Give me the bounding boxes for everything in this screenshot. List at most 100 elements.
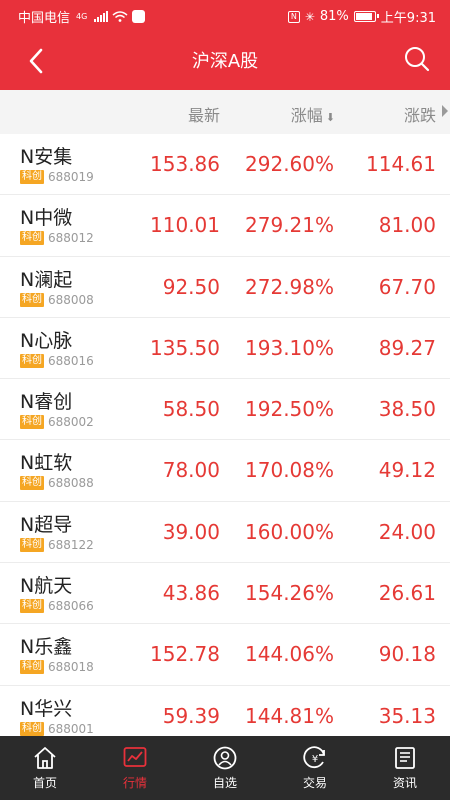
stock-name: N澜起: [20, 268, 73, 291]
column-latest[interactable]: 最新: [188, 102, 220, 126]
stock-list: N安集 科创 688019 153.86 292.60% 114.61 N中微 科…: [0, 134, 450, 736]
price-change: 114.61: [366, 152, 436, 176]
nav-watchlist[interactable]: 自选: [180, 736, 270, 800]
latest-price: 43.86: [162, 581, 220, 606]
clock: 上午9:31: [380, 11, 436, 26]
percent-change: 160.00%: [245, 519, 334, 544]
percent-change: 292.60%: [245, 152, 334, 176]
stock-code: 688001: [48, 721, 94, 736]
wifi-icon: [112, 11, 128, 22]
stock-code: 688012: [48, 231, 94, 246]
stock-name: N乐鑫: [20, 636, 73, 659]
stock-code: 688088: [48, 476, 94, 491]
price-change: 26.61: [378, 581, 436, 606]
table-row[interactable]: N澜起 科创 688008 92.50 272.98% 67.70: [0, 257, 450, 318]
stock-name: N心脉: [20, 329, 73, 352]
price-change: 67.70: [378, 274, 436, 299]
price-change: 24.00: [378, 519, 436, 544]
nav-label: 自选: [212, 776, 237, 790]
latest-price: 58.50: [162, 397, 220, 422]
nav-home[interactable]: 首页: [0, 736, 90, 800]
percent-change: 170.08%: [245, 458, 334, 483]
percent-change: 144.06%: [245, 642, 334, 667]
column-percent-label: 涨幅: [290, 106, 323, 125]
table-row[interactable]: N虹软 科创 688088 78.00 170.08% 49.12: [0, 440, 450, 502]
percent-change: 272.98%: [245, 274, 334, 299]
column-change[interactable]: 涨跌: [404, 102, 436, 126]
percent-change: 192.50%: [245, 397, 334, 422]
board-tag: 科创: [20, 660, 44, 675]
stock-name: N航天: [20, 575, 73, 598]
latest-price: 135.50: [150, 335, 220, 360]
bluetooth-icon: ✳: [304, 9, 315, 24]
board-tag: 科创: [20, 292, 44, 307]
board-tag: 科创: [20, 599, 44, 614]
board-tag: 科创: [20, 537, 44, 552]
price-change: 90.18: [378, 642, 436, 667]
nav-news[interactable]: 资讯: [360, 736, 450, 800]
table-row[interactable]: N安集 科创 688019 153.86 292.60% 114.61: [0, 134, 450, 196]
price-change: 49.12: [378, 458, 436, 483]
nav-label: 交易: [302, 776, 327, 790]
stock-code: 688018: [48, 660, 94, 675]
stock-code: 688019: [48, 170, 94, 184]
title-bar: 沪深A股: [0, 30, 450, 90]
stock-code: 688122: [48, 537, 94, 552]
column-percent-change[interactable]: 涨幅 ⬇: [291, 102, 335, 126]
table-row[interactable]: N航天 科创 688066 43.86 154.26% 26.61: [0, 563, 450, 625]
search-icon: [405, 47, 430, 72]
column-header: 最新 涨幅 ⬇ 涨跌: [0, 90, 450, 134]
table-row[interactable]: N华兴 科创 688001 59.39 144.81% 35.13: [0, 686, 450, 736]
network-label: 4G: [76, 12, 88, 21]
table-row[interactable]: N中微 科创 688012 110.01 279.21% 81.00: [0, 195, 450, 257]
user-icon: [213, 746, 237, 770]
latest-price: 59.39: [162, 703, 220, 728]
battery-percent: 81%: [319, 9, 349, 24]
search-button[interactable]: [402, 44, 432, 74]
board-tag: 科创: [20, 415, 44, 430]
board-tag: 科创: [20, 231, 44, 246]
table-row[interactable]: N乐鑫 科创 688018 152.78 144.06% 90.18: [0, 624, 450, 686]
percent-change: 154.26%: [245, 581, 334, 606]
page-title: 沪深A股: [191, 51, 259, 72]
status-bar: 中国电信 4G N ✳ 81% 上午9:31: [0, 0, 450, 30]
board-tag: 科创: [20, 353, 44, 368]
price-change: 38.50: [378, 397, 436, 422]
table-row[interactable]: N超导 科创 688122 39.00 160.00% 24.00: [0, 502, 450, 564]
stock-code: 688016: [48, 353, 94, 368]
nav-market[interactable]: 行情: [90, 736, 180, 800]
nav-label: 行情: [122, 776, 147, 790]
board-tag: 科创: [20, 476, 44, 491]
latest-price: 152.78: [150, 642, 220, 667]
percent-change: 193.10%: [245, 335, 334, 360]
stock-name: N安集: [20, 146, 73, 168]
news-icon: [395, 747, 415, 769]
nav-label: 资讯: [392, 776, 417, 790]
price-change: 35.13: [378, 703, 436, 728]
home-icon: [34, 747, 56, 769]
latest-price: 78.00: [162, 458, 220, 483]
price-change: 89.27: [378, 335, 436, 360]
board-tag: 科创: [20, 170, 44, 184]
nav-label: 首页: [32, 776, 57, 790]
signal-icon: [94, 11, 109, 22]
nfc-icon: N: [287, 10, 300, 23]
price-change: 81.00: [378, 213, 436, 238]
stock-name: N虹软: [20, 452, 73, 475]
percent-change: 279.21%: [245, 213, 334, 238]
latest-price: 153.86: [150, 152, 220, 176]
stock-code: 688008: [48, 292, 94, 307]
stock-name: N中微: [20, 207, 73, 230]
chart-icon: [123, 747, 147, 767]
sort-down-icon: ⬇: [325, 111, 335, 124]
carrier-label: 中国电信: [18, 11, 71, 26]
table-row[interactable]: N睿创 科创 688002 58.50 192.50% 38.50: [0, 379, 450, 441]
table-row[interactable]: N心脉 科创 688016 135.50 193.10% 89.27: [0, 318, 450, 380]
stock-name: N超导: [20, 513, 73, 536]
stock-name: N睿创: [20, 391, 73, 414]
latest-price: 92.50: [162, 274, 220, 299]
nav-trade[interactable]: ¥ 交易: [270, 736, 360, 800]
scroll-right-icon[interactable]: [442, 105, 448, 117]
board-tag: 科创: [20, 721, 44, 736]
stock-code: 688066: [48, 599, 94, 614]
